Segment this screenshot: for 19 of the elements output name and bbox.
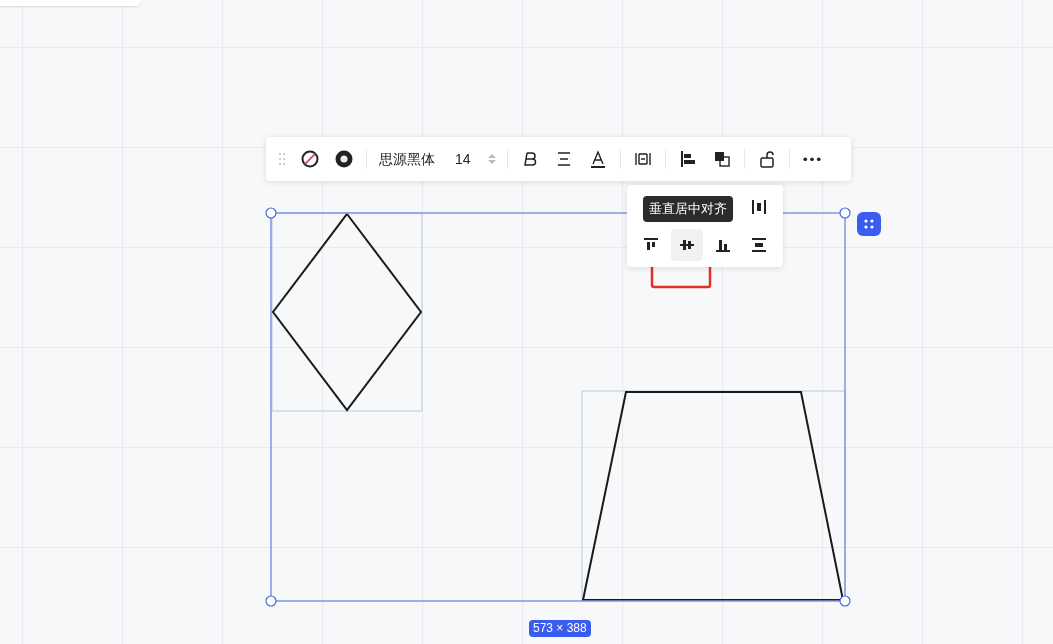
resize-handle[interactable] <box>839 595 851 607</box>
more-icon <box>802 156 821 162</box>
resize-handle[interactable] <box>265 595 277 607</box>
trapezoid-shape[interactable] <box>581 390 846 601</box>
font-size-field[interactable]: 14 <box>455 148 471 170</box>
font-family-dropdown[interactable]: 思源黑体 <box>373 143 441 175</box>
diamond-shape[interactable] <box>271 212 423 412</box>
drag-handle-icon[interactable] <box>278 152 286 166</box>
resize-handle[interactable] <box>265 207 277 219</box>
distribute-horizontal-icon <box>749 197 769 217</box>
grid-button[interactable] <box>857 212 881 236</box>
resize-handle[interactable] <box>839 207 851 219</box>
align-option[interactable] <box>671 229 703 261</box>
ring-icon <box>334 149 354 169</box>
selection-size-label: 573 × 388 <box>529 620 591 637</box>
tooltip: 垂直居中对齐 <box>643 196 733 222</box>
dots-icon <box>863 218 875 230</box>
no-fill-icon <box>300 149 320 169</box>
distribute-vertical-icon <box>749 235 769 255</box>
